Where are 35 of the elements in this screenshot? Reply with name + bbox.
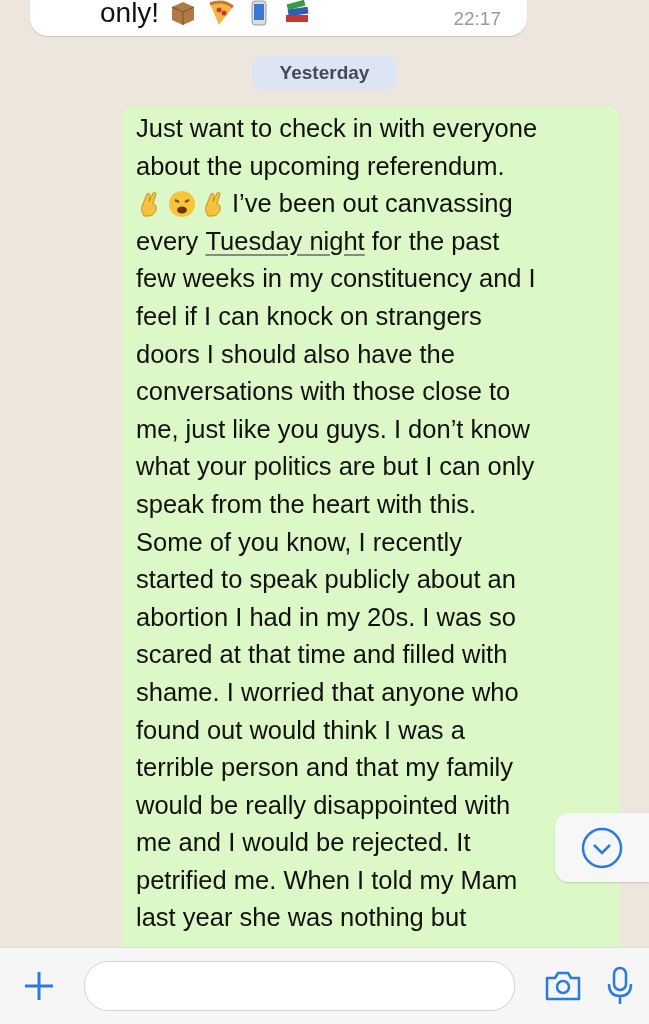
message-text: found out would think I was a — [136, 714, 465, 746]
date-link[interactable]: Tuesday night — [205, 222, 365, 261]
message-text: abortion I had in my 20s. I was so — [136, 601, 516, 633]
message-text: conversations with those close to — [136, 376, 511, 408]
message-input-field[interactable] — [84, 961, 515, 1011]
pizza-icon — [207, 0, 236, 27]
tired-face-icon — [168, 190, 196, 218]
camera-icon[interactable] — [543, 969, 583, 1003]
plus-icon[interactable] — [22, 969, 56, 1003]
microphone-icon[interactable] — [605, 966, 635, 1006]
message-text: would be really disappointed with — [136, 789, 511, 821]
message-text: about the upcoming referendum. — [136, 150, 505, 182]
message-time: 22:17 — [453, 8, 501, 30]
message-text: few weeks in my constituency and I — [136, 263, 536, 295]
message-text: every — [136, 225, 200, 257]
message-text: only! — [100, 0, 160, 30]
message-text: for the past — [370, 225, 500, 257]
message-text: shame. I worried that anyone who — [136, 676, 519, 708]
date-divider: Yesterday — [251, 56, 398, 90]
message-text: feel if I can knock on strangers — [136, 300, 482, 332]
message-text: terrible person and that my family — [136, 752, 513, 784]
message-text: what your politics are but I can only — [136, 451, 535, 483]
message-text: doors I should also have the — [136, 338, 455, 370]
chevron-down-icon — [581, 826, 623, 869]
message-text: I’ve been out canvassing — [232, 188, 513, 220]
message-text: me, just like you guys. I don’t know — [136, 413, 531, 445]
message-text: started to speak publicly about an — [136, 564, 516, 596]
message-text: last year she was nothing but — [136, 902, 467, 934]
message-text: Just want to check in with everyone — [136, 113, 538, 144]
message-text: me and I would be rejected. It — [136, 827, 471, 859]
message-text: speak from the heart with this. — [136, 488, 477, 520]
message-text: scared at that time and filled with — [136, 639, 508, 671]
scroll-down-button[interactable] — [555, 813, 649, 882]
message-text: Some of you know, I recently — [136, 526, 462, 558]
message-text: petrified me. When I told my Mam — [136, 864, 518, 896]
